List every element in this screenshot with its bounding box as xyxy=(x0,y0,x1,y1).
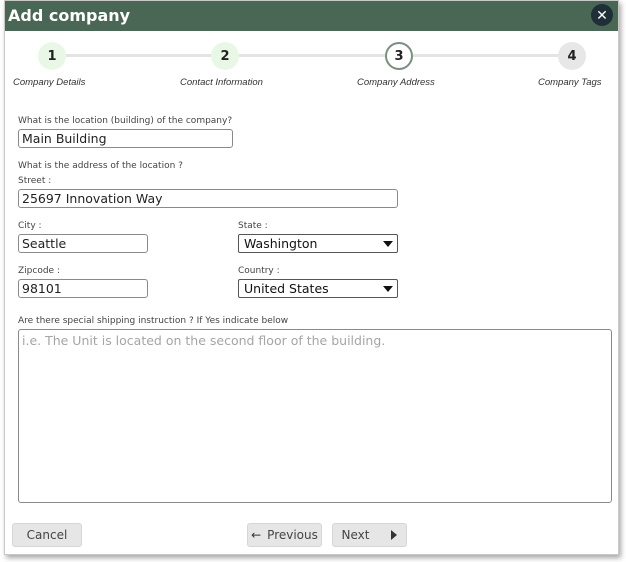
step-4-number: 4 xyxy=(567,48,577,64)
chevron-down-icon xyxy=(383,241,393,247)
step-4-circle[interactable]: 4 xyxy=(558,42,586,70)
arrow-left-icon: ← xyxy=(251,528,262,542)
street-label: Street : xyxy=(18,176,52,186)
caret-right-icon xyxy=(391,530,398,540)
chevron-down-icon xyxy=(383,286,393,292)
shipping-placeholder: i.e. The Unit is located on the second f… xyxy=(22,333,386,348)
step-3-circle[interactable]: 3 xyxy=(385,42,413,70)
step-2-number: 2 xyxy=(220,48,230,64)
shipping-instructions-textarea[interactable]: i.e. The Unit is located on the second f… xyxy=(18,329,612,503)
state-label: State : xyxy=(238,221,268,231)
street-input[interactable]: 25697 Innovation Way xyxy=(18,189,398,208)
location-input[interactable]: Main Building xyxy=(18,129,233,148)
previous-button[interactable]: ← Previous xyxy=(247,523,322,547)
close-icon[interactable]: ✕ xyxy=(591,4,613,26)
state-select[interactable]: Washington xyxy=(238,234,398,253)
dialog-titlebar: Add company ✕ xyxy=(5,1,618,31)
shipping-question: Are there special shipping instruction ?… xyxy=(18,316,289,326)
state-selected-value: Washington xyxy=(244,236,318,251)
cancel-button[interactable]: Cancel xyxy=(12,523,82,547)
zipcode-input[interactable]: 98101 xyxy=(18,279,148,298)
city-label: City : xyxy=(18,221,42,231)
step-3-number: 3 xyxy=(394,48,404,64)
stepper-track xyxy=(53,54,573,57)
stepper: 1 Company Details 2 Contact Information … xyxy=(5,31,618,93)
step-1-label: Company Details xyxy=(13,77,86,88)
step-3-label: Company Address xyxy=(357,77,435,88)
step-2-circle[interactable]: 2 xyxy=(211,42,239,70)
location-question: What is the location (building) of the c… xyxy=(18,116,233,126)
previous-button-label: Previous xyxy=(267,528,318,542)
country-label: Country : xyxy=(238,266,280,276)
add-company-dialog: Add company ✕ 1 Company Details 2 Contac… xyxy=(4,0,619,555)
step-1-circle[interactable]: 1 xyxy=(38,42,66,70)
zipcode-label: Zipcode : xyxy=(18,266,60,276)
step-1-number: 1 xyxy=(47,48,57,64)
country-selected-value: United States xyxy=(244,281,329,296)
dialog-title: Add company xyxy=(8,6,131,25)
step-4-label: Company Tags xyxy=(538,77,602,88)
city-input[interactable]: Seattle xyxy=(18,234,148,253)
next-button[interactable]: Next xyxy=(332,523,407,547)
cancel-button-label: Cancel xyxy=(26,528,68,542)
address-question: What is the address of the location ? xyxy=(18,161,183,171)
step-2-label: Contact Information xyxy=(180,77,263,88)
country-select[interactable]: United States xyxy=(238,279,398,298)
next-button-label: Next xyxy=(341,528,370,542)
